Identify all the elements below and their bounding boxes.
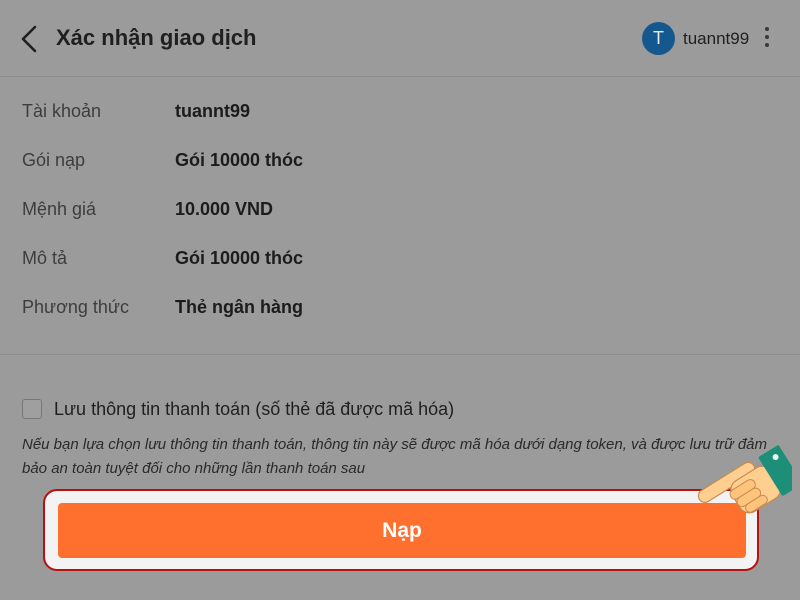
detail-value: 10.000 VND: [175, 199, 274, 219]
page-title: Xác nhận giao dịch: [56, 25, 257, 50]
detail-label: Gói nạp: [22, 150, 86, 170]
detail-value: Thẻ ngân hàng: [175, 297, 303, 317]
more-options-button[interactable]: [756, 22, 778, 52]
more-vertical-icon-dot: [765, 43, 769, 47]
avatar: T: [642, 22, 675, 55]
detail-label: Mệnh giá: [22, 199, 97, 219]
detail-row-package: Gói nạp Gói 10000 thóc: [0, 145, 800, 175]
save-payment-option[interactable]: Lưu thông tin thanh toán (số thẻ đã được…: [22, 397, 454, 421]
top-up-button[interactable]: Nạp: [58, 503, 746, 558]
detail-label: Phương thức: [22, 297, 129, 317]
detail-label: Tài khoản: [22, 101, 102, 121]
detail-row-denomination: Mệnh giá 10.000 VND: [0, 194, 800, 224]
back-button[interactable]: [14, 22, 44, 56]
more-vertical-icon: [765, 27, 769, 31]
username: tuannt99: [683, 28, 750, 48]
detail-row-account: Tài khoản tuannt99: [0, 96, 800, 126]
detail-value: tuannt99: [175, 101, 251, 121]
detail-label: Mô tả: [22, 248, 68, 268]
save-payment-label: Lưu thông tin thanh toán (số thẻ đã được…: [54, 398, 455, 419]
pointing-hand-icon: [697, 445, 792, 514]
transaction-details: Tài khoản tuannt99 Gói nạp Gói 10000 thó…: [0, 76, 800, 355]
chevron-left-icon: [21, 25, 37, 53]
save-payment-checkbox[interactable]: [22, 399, 42, 419]
more-vertical-icon-dot: [765, 35, 769, 39]
detail-row-method: Phương thức Thẻ ngân hàng: [0, 292, 800, 322]
save-payment-note: Nếu bạn lựa chọn lưu thông tin thanh toá…: [22, 436, 768, 477]
user-account[interactable]: T tuannt99: [642, 22, 749, 55]
detail-row-description: Mô tả Gói 10000 thóc: [0, 243, 800, 273]
top-bar: Xác nhận giao dịch T tuannt99: [0, 0, 800, 77]
detail-value: Gói 10000 thóc: [175, 248, 304, 268]
detail-value: Gói 10000 thóc: [175, 150, 304, 170]
